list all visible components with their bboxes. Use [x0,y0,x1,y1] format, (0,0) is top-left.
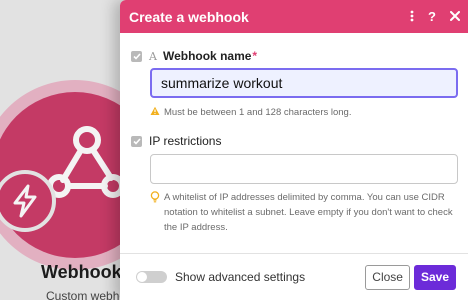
ip-restrictions-hint: A whitelist of IP addresses delimited by… [150,190,460,235]
ip-restrictions-checkbox[interactable] [131,135,142,147]
ip-restrictions-label-row: IP restrictions [131,134,221,148]
webhook-name-hint-text: Must be between 1 and 128 characters lon… [164,107,352,118]
ip-restrictions-hint-text: A whitelist of IP addresses delimited by… [164,192,453,233]
help-icon[interactable]: ? [428,10,436,23]
create-webhook-dialog: Create a webhook ? A Webhook name * summ… [120,0,468,300]
ip-restrictions-label: IP restrictions [149,134,222,148]
save-button[interactable]: Save [413,264,456,290]
toggle-knob [137,272,147,282]
dialog-footer: Show advanced settings Close Save [120,254,468,300]
webhook-name-input[interactable] [150,68,458,98]
webhook-name-hint: Must be between 1 and 128 characters lon… [150,105,460,121]
warning-icon [150,106,164,121]
advanced-settings-toggle[interactable] [136,271,167,283]
header-actions: ? [410,10,460,24]
dialog-body: A Webhook name * Must be between 1 and 1… [120,33,468,248]
webhook-name-label-row: A Webhook name * [131,49,257,63]
text-field-icon: A [149,49,157,63]
webhook-name-label: Webhook name [162,49,252,63]
close-icon[interactable] [450,10,460,23]
dialog-header: Create a webhook ? [120,0,468,33]
dialog-title: Create a webhook [129,8,249,25]
close-button[interactable]: Close [365,264,410,290]
advanced-settings-label: Show advanced settings [175,270,306,284]
lightbulb-icon [150,191,164,208]
ip-restrictions-input[interactable] [150,154,458,184]
required-marker: * [252,49,258,63]
webhook-name-checkbox[interactable] [131,50,142,62]
more-vertical-icon[interactable] [410,10,414,24]
